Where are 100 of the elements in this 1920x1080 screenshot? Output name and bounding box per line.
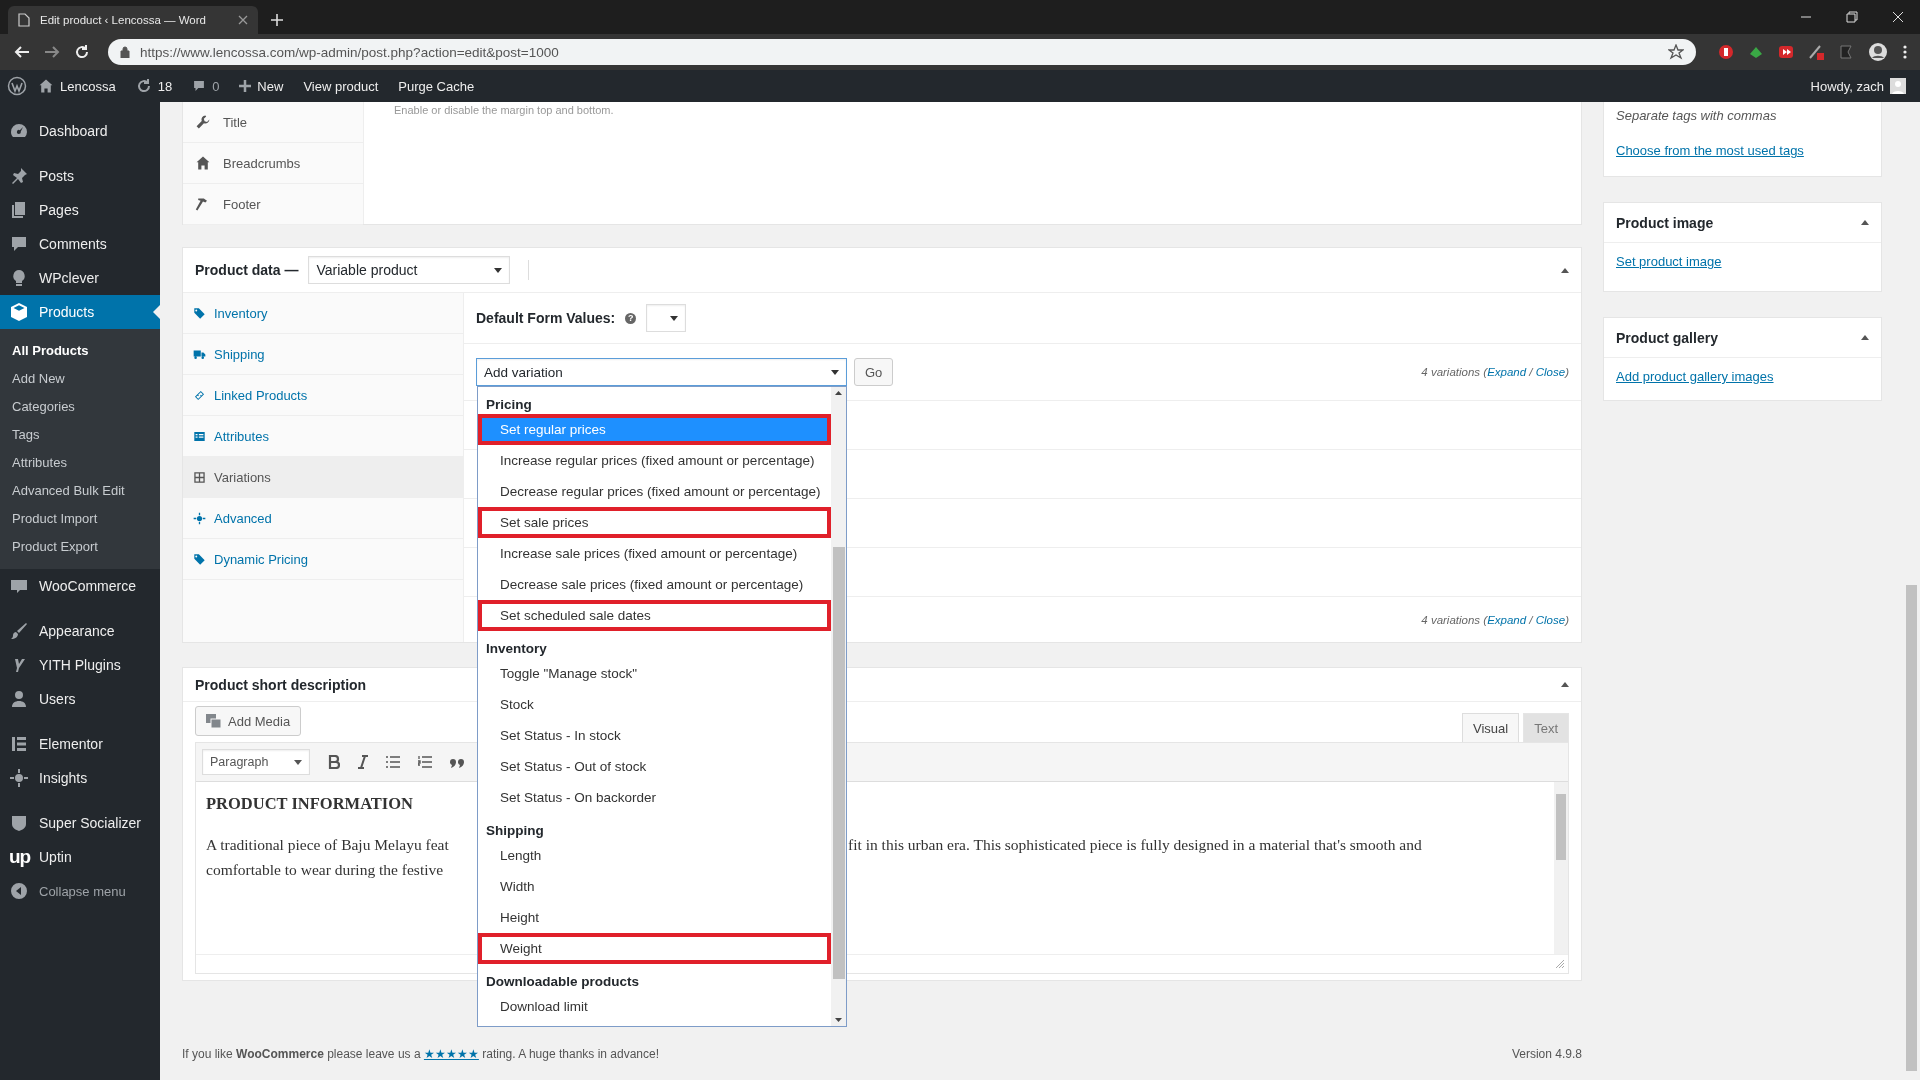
panel-tab[interactable]: Title [183,102,363,143]
toggle-arrow-icon[interactable] [1861,220,1869,225]
menu-item[interactable]: Products [0,295,160,329]
submenu-item[interactable]: Advanced Bulk Edit [0,476,160,504]
link[interactable]: Expand [1487,366,1527,378]
dropdown-option[interactable]: Increase regular prices (fixed amount or percentage) [478,445,831,476]
dropdown-option[interactable]: Set Status - Out of stock [478,751,831,782]
address-bar[interactable]: https://www.lencossa.com/wp-admin/post.php?action=edit&post=1000 [108,39,1696,65]
extension-icon[interactable] [1718,44,1734,60]
menu-item[interactable]: Posts [0,159,160,193]
product-data-tab[interactable]: Inventory [183,293,463,334]
numbered-list-icon[interactable] [418,756,432,768]
menu-item[interactable]: Users [0,682,160,716]
bold-icon[interactable] [328,755,340,769]
dropdown-option[interactable]: Weight [478,933,831,964]
toggle-arrow-icon[interactable] [1561,682,1569,687]
format-select[interactable]: Paragraph [202,749,310,775]
menu-item[interactable]: Insights [0,761,160,795]
product-data-tab[interactable]: Variations [183,457,463,498]
help-icon[interactable]: ? [625,312,637,324]
collapse-menu-button[interactable]: Collapse menu [0,874,160,908]
new-link[interactable]: New [230,70,293,102]
comments-link[interactable]: 0 [183,70,229,102]
dropdown-option[interactable]: Toggle "Manage stock" [478,658,831,689]
forward-icon[interactable] [44,44,60,60]
admin-bar-link[interactable]: Purge Cache [389,70,484,102]
submenu-item[interactable]: All Products [0,336,160,364]
menu-item[interactable]: WooCommerce [0,569,160,603]
dropdown-option[interactable]: Length [478,840,831,871]
quote-icon[interactable] [450,756,464,768]
link[interactable]: Choose from the most used tags [1616,143,1869,158]
restore-icon[interactable] [1846,11,1858,23]
star-icon[interactable] [1668,44,1684,60]
browser-tab[interactable]: Edit product ‹ Lencossa — Word [8,6,258,34]
product-data-tab[interactable]: Shipping [183,334,463,375]
logo-icon[interactable] [7,76,27,96]
menu-label: Uptin [39,849,72,865]
link[interactable]: Expand [1487,613,1527,626]
editor-tab[interactable]: Visual [1461,713,1520,742]
scrollbar[interactable] [1554,782,1568,954]
dropdown-option[interactable]: Decrease sale prices (fixed amount or percentage) [478,569,831,600]
menu-item[interactable]: Dashboard [0,114,160,148]
dropdown-option[interactable]: Download limit [478,991,831,1022]
profile-icon[interactable] [1868,42,1888,62]
bulk-action-select[interactable]: Add variation [476,358,847,386]
dropdown-option[interactable]: Height [478,902,831,933]
back-icon[interactable] [14,44,30,60]
toggle-arrow-icon[interactable] [1861,335,1869,340]
menu-item[interactable]: up Uptin [0,840,160,874]
updates-link[interactable]: 18 [126,70,182,102]
product-type-select[interactable]: Variable product [308,256,511,284]
dropdown-option[interactable]: Stock [478,689,831,720]
scroll-down-icon[interactable] [835,1018,842,1022]
submenu-item[interactable]: Attributes [0,448,160,476]
menu-item[interactable]: Super Socializer [0,806,160,840]
panel-tab[interactable]: Footer [183,184,363,225]
menu-icon[interactable] [1902,44,1908,60]
scroll-up-icon[interactable] [835,391,842,395]
dropdown-option[interactable]: Set scheduled sale dates [478,600,831,631]
admin-bar-link[interactable]: View product [294,70,388,102]
italic-icon[interactable] [358,755,368,769]
product-data-tab[interactable]: Linked Products [183,375,463,416]
site-link[interactable]: Lencossa [29,70,125,102]
menu-item[interactable]: Elementor [0,727,160,761]
dropdown-option[interactable]: Width [478,871,831,902]
dropdown-option[interactable]: Decrease regular prices (fixed amount or percentage) [478,476,831,507]
dropdown-option[interactable]: Set Status - In stock [478,720,831,751]
add-media-button[interactable]: Add Media [195,706,302,736]
resize-handle-icon[interactable] [1556,960,1564,968]
product-data-tab[interactable]: Advanced [183,498,463,539]
panel-tab[interactable]: Breadcrumbs [183,143,363,184]
account-link[interactable]: Howdy, zach [1801,70,1920,102]
menu-item[interactable]: Pages [0,193,160,227]
scrollbar[interactable] [831,387,846,1026]
reload-icon[interactable] [74,44,90,60]
dropdown-option[interactable]: Increase sale prices (fixed amount or percentage) [478,538,831,569]
go-button[interactable]: Go [854,358,894,386]
submenu-item[interactable]: Product Import [0,504,160,532]
product-data-tab[interactable]: Dynamic Pricing [183,539,463,580]
submenu-item[interactable]: Add New [0,364,160,392]
submenu-item[interactable]: Product Export [0,532,160,560]
rating-link[interactable]: ★★★★★ [423,1047,479,1061]
page-icon [18,13,30,27]
bullet-list-icon[interactable] [386,756,400,768]
menu-item[interactable]: Appearance [0,614,160,648]
menu-item[interactable]: Comments [0,227,160,261]
submenu-item[interactable]: Categories [0,392,160,420]
dropdown-option[interactable]: Set Status - On backorder [478,782,831,813]
toggle-arrow-icon[interactable] [1561,267,1569,273]
panel-title: Product gallery [1616,329,1718,346]
new-tab-icon[interactable] [270,13,284,27]
link[interactable]: Set product image [1616,254,1722,269]
dropdown-option[interactable]: Set sale prices [478,507,831,538]
editor-tab[interactable]: Text [1523,713,1569,742]
menu-item[interactable]: YITH Plugins [0,648,160,682]
menu-item[interactable]: WPclever [0,261,160,295]
extension-icon[interactable] [1808,44,1824,60]
submenu-item[interactable]: Tags [0,420,160,448]
extension-icon[interactable] [1778,44,1794,60]
link[interactable]: Add product gallery images [1616,369,1774,384]
